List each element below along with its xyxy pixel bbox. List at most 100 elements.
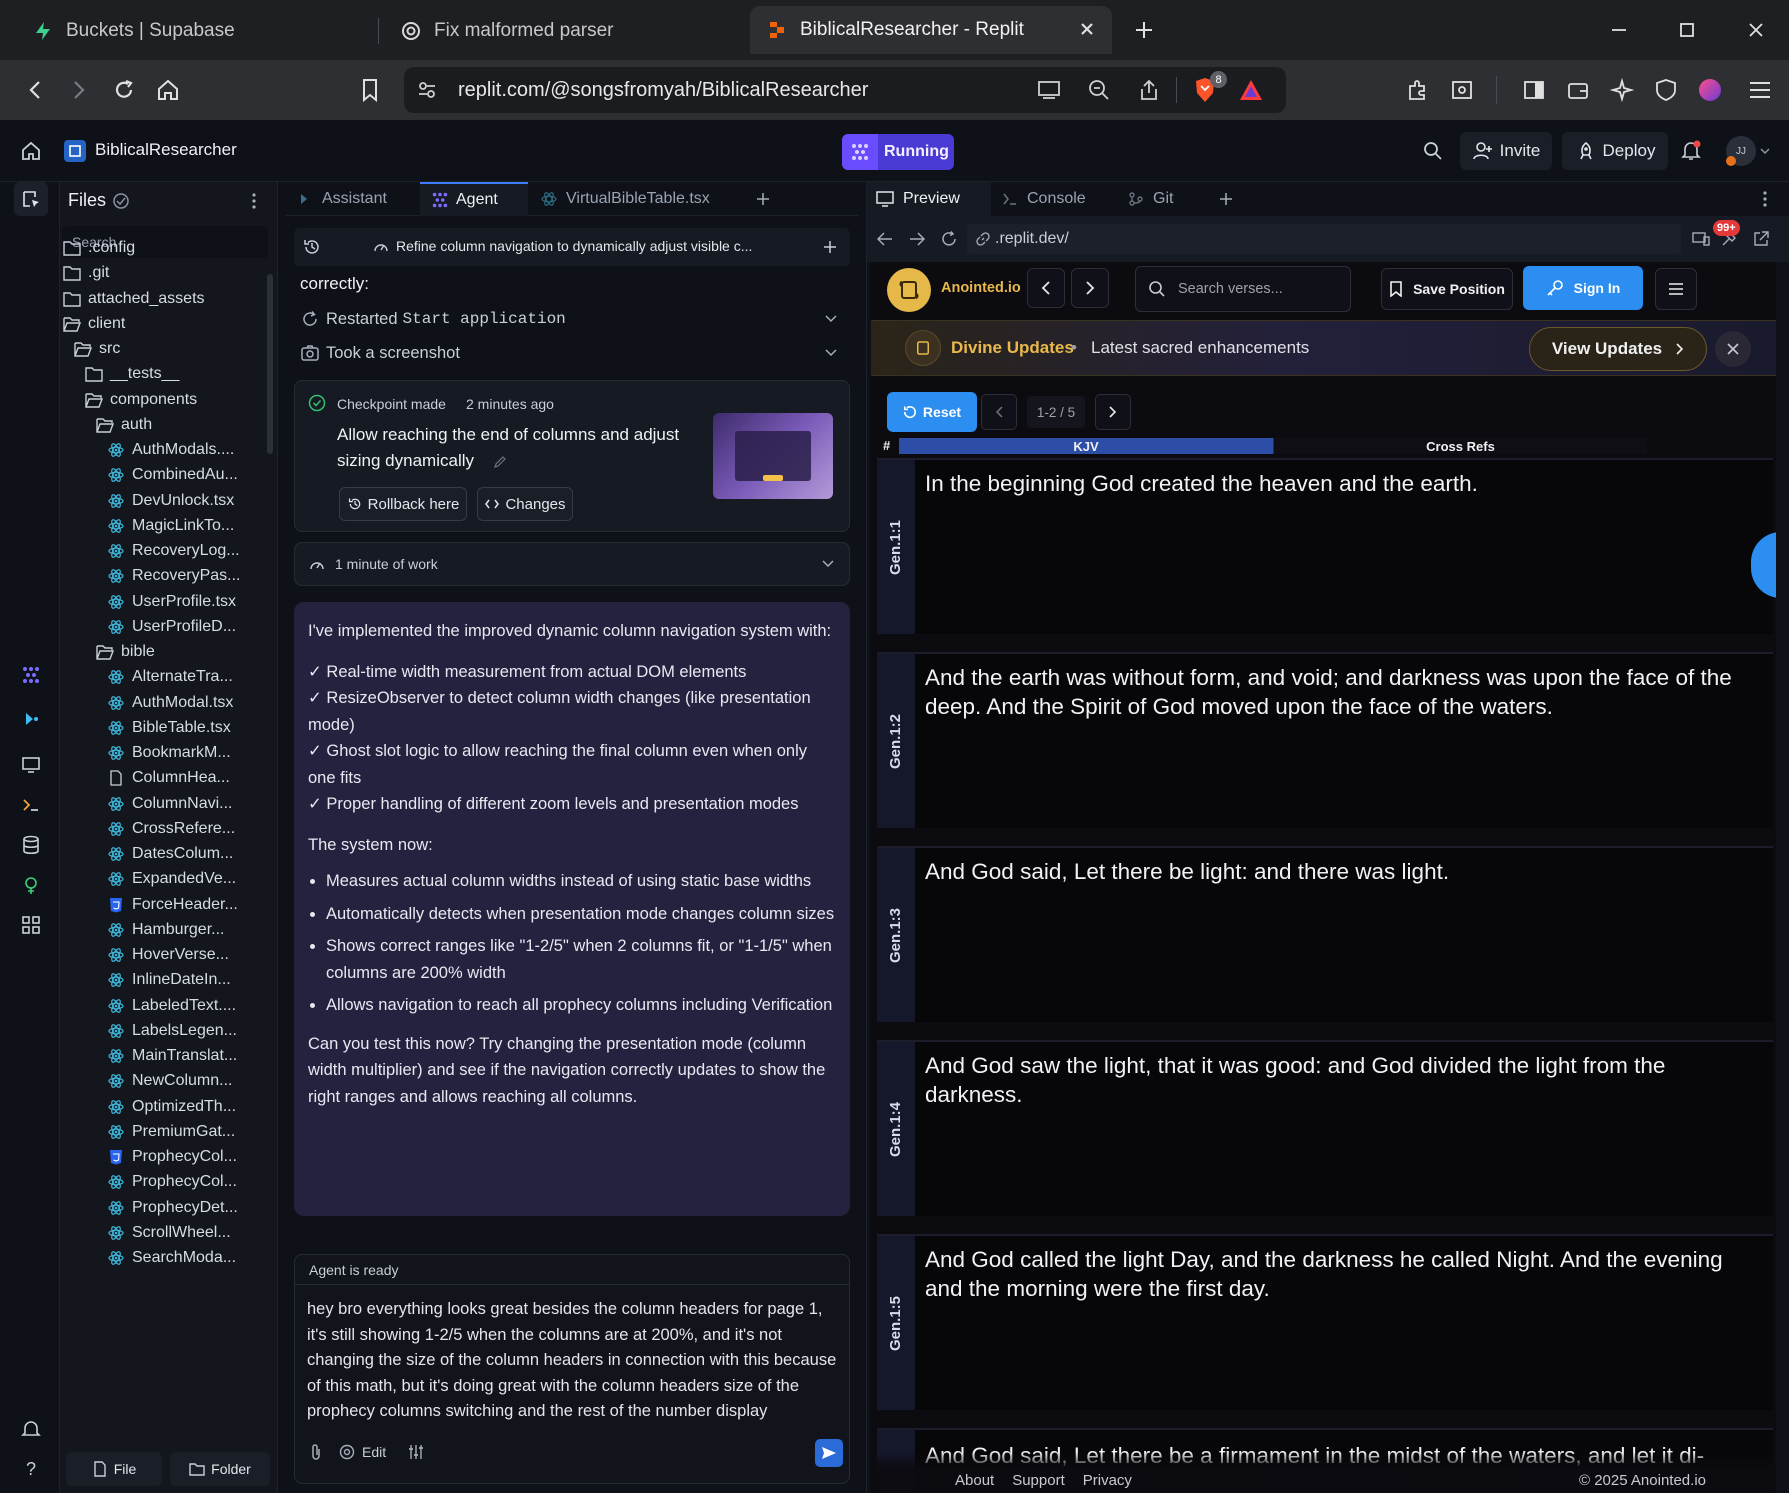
files-scrollbar[interactable] xyxy=(264,244,274,1484)
zoom-icon[interactable] xyxy=(1084,75,1114,105)
search-icon[interactable] xyxy=(1420,138,1446,164)
file-tree-file[interactable]: ProphecyDet... xyxy=(106,1194,238,1222)
browser-tab-replit[interactable]: BiblicalResearcher - Replit xyxy=(750,6,1112,54)
file-tree-file[interactable]: BookmarkM... xyxy=(106,739,231,767)
file-tree-file[interactable]: LabelsLegen... xyxy=(106,1017,237,1045)
file-tree-file[interactable]: ScrollWheel... xyxy=(106,1219,231,1247)
browser-menu-icon[interactable] xyxy=(1744,74,1776,106)
pencil-icon[interactable] xyxy=(491,453,509,471)
action-restarted[interactable]: Restarted Start application xyxy=(300,306,846,332)
file-tree-file[interactable]: InlineDateIn... xyxy=(106,966,231,994)
file-tree-file[interactable]: CombinedAu... xyxy=(106,461,238,489)
close-window-icon[interactable] xyxy=(1741,16,1771,44)
file-tree-file[interactable]: RecoveryPas... xyxy=(106,562,240,590)
tab-agent[interactable]: Agent xyxy=(420,182,528,216)
site-brand[interactable]: Anointed.io xyxy=(941,280,1021,296)
browser-tab-supabase[interactable]: Buckets | Supabase xyxy=(16,8,376,54)
maximize-window-icon[interactable] xyxy=(1672,16,1702,44)
wallet-icon[interactable] xyxy=(1562,74,1594,106)
all-tools-icon[interactable] xyxy=(14,908,48,942)
home-icon[interactable] xyxy=(18,138,44,164)
file-tree-file[interactable]: BibleTable.tsx xyxy=(106,714,231,742)
file-tree-folder[interactable]: src xyxy=(73,335,120,363)
history-icon[interactable] xyxy=(302,237,322,257)
file-tree-folder[interactable]: auth xyxy=(95,411,152,439)
file-tree-folder[interactable]: .config xyxy=(62,234,135,262)
project-name[interactable]: BiblicalResearcher xyxy=(95,140,237,160)
files-tool-icon[interactable] xyxy=(14,182,48,216)
forward-icon[interactable] xyxy=(907,229,927,249)
site-settings-icon[interactable] xyxy=(404,67,450,113)
file-tree-file[interactable]: NewColumn... xyxy=(106,1067,232,1095)
file-tree-folder[interactable]: attached_assets xyxy=(62,285,205,313)
assistant-tool-icon[interactable] xyxy=(14,702,48,736)
reload-icon[interactable] xyxy=(108,74,140,106)
file-tree-file[interactable]: UserProfileD... xyxy=(106,613,236,641)
install-app-icon[interactable] xyxy=(1034,75,1064,105)
forward-icon[interactable] xyxy=(62,74,94,106)
add-tab-icon[interactable] xyxy=(752,188,774,210)
next-columns-button[interactable] xyxy=(1095,394,1131,430)
file-tree-file[interactable]: ProphecyCol... xyxy=(106,1143,237,1171)
verse-search-input[interactable]: Search verses... xyxy=(1135,266,1351,312)
file-tree-file[interactable]: AlternateTra... xyxy=(106,663,233,691)
address-bar[interactable]: replit.com/@songsfromyah/BiblicalResearc… xyxy=(404,67,1286,113)
verse-row[interactable]: Gen.1:1 In the beginning God created the… xyxy=(877,458,1773,634)
browser-tab-chatgpt[interactable]: Fix malformed parser xyxy=(384,8,744,54)
tab-git[interactable]: Git xyxy=(1127,182,1173,216)
file-tree-file[interactable]: ColumnHea... xyxy=(106,764,230,792)
file-tree-file[interactable]: HoverVerse... xyxy=(106,941,229,969)
file-tree-file[interactable]: ProphecyCol... xyxy=(106,1168,237,1196)
view-updates-button[interactable]: View Updates xyxy=(1529,327,1707,371)
file-tree-folder[interactable]: client xyxy=(62,310,125,338)
new-tab-icon[interactable] xyxy=(1130,16,1158,44)
footer-link-privacy[interactable]: Privacy xyxy=(1083,1472,1132,1489)
bookmark-icon[interactable] xyxy=(354,74,386,106)
save-position-button[interactable]: Save Position xyxy=(1381,268,1513,310)
file-tree-file[interactable]: CrossRefere... xyxy=(106,815,235,843)
devices-icon[interactable] xyxy=(1691,229,1711,249)
tab-console[interactable]: Console xyxy=(1001,182,1086,216)
file-tree-file[interactable]: MainTranslat... xyxy=(106,1042,237,1070)
webview-url-input[interactable]: .replit.dev/ xyxy=(967,224,1681,254)
chevron-down-icon[interactable] xyxy=(1758,144,1772,158)
deployments-icon[interactable] xyxy=(14,868,48,902)
open-external-icon[interactable] xyxy=(1751,229,1771,249)
column-header-cross-refs[interactable]: Cross Refs xyxy=(1273,438,1647,454)
footer-link-support[interactable]: Support xyxy=(1012,1472,1065,1489)
tab-preview[interactable]: Preview xyxy=(867,182,991,216)
changes-button[interactable]: Changes xyxy=(477,487,573,521)
file-tree-file[interactable]: UserProfile.tsx xyxy=(106,588,236,616)
add-tab-icon[interactable] xyxy=(1215,188,1237,210)
preview-menu-icon[interactable] xyxy=(1755,188,1775,210)
file-tree-file[interactable]: AuthModals.... xyxy=(106,436,234,464)
new-file-button[interactable]: File xyxy=(66,1452,162,1486)
file-tree-file[interactable]: DatesColum... xyxy=(106,840,233,868)
brave-rewards-icon[interactable] xyxy=(1236,75,1266,105)
site-logo[interactable] xyxy=(887,268,931,312)
prev-columns-button[interactable] xyxy=(981,394,1017,430)
back-icon[interactable] xyxy=(875,229,895,249)
share-icon[interactable] xyxy=(1134,75,1164,105)
checkpoint-screenshot-thumbnail[interactable] xyxy=(713,413,833,499)
leo-ai-icon[interactable] xyxy=(1606,74,1638,106)
reset-button[interactable]: Reset xyxy=(887,392,977,432)
prev-chapter-button[interactable] xyxy=(1027,268,1065,308)
invite-button[interactable]: Invite xyxy=(1460,132,1552,170)
reload-icon[interactable] xyxy=(939,229,959,249)
shell-tool-icon[interactable] xyxy=(14,788,48,822)
sign-in-button[interactable]: Sign In xyxy=(1523,266,1643,310)
reader-mode-icon[interactable] xyxy=(1446,74,1478,106)
agent-tool-icon[interactable] xyxy=(14,658,48,692)
thread-title[interactable]: Refine column navigation to dynamically … xyxy=(396,238,752,254)
file-tree-file[interactable]: ForceHeader... xyxy=(106,891,238,919)
file-tree-folder[interactable]: components xyxy=(84,386,197,414)
action-screenshot[interactable]: Took a screenshot xyxy=(300,340,846,366)
new-folder-button[interactable]: Folder xyxy=(170,1452,270,1486)
file-tree-file[interactable]: Hamburger... xyxy=(106,916,224,944)
profile-icon[interactable] xyxy=(1694,74,1726,106)
file-tree-file[interactable]: SearchModa... xyxy=(106,1244,236,1272)
sidebar-toggle-icon[interactable] xyxy=(1518,74,1550,106)
database-icon[interactable] xyxy=(14,828,48,862)
run-button[interactable]: Running xyxy=(842,134,954,170)
